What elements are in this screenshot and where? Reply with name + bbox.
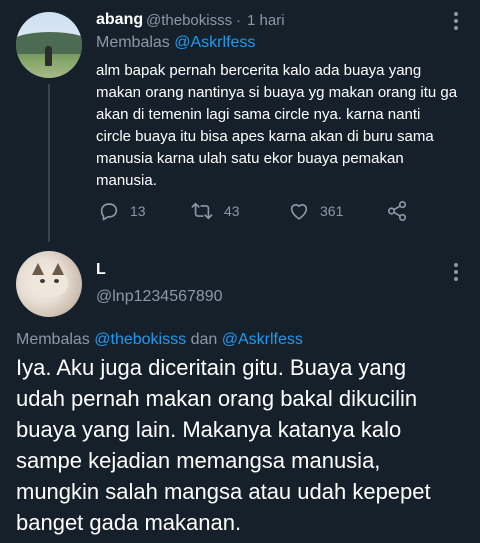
mention-link[interactable]: @thebokisss — [94, 331, 186, 348]
tweet-text-line: buaya yang lain. Makanya katanya kalo — [16, 417, 402, 442]
author-handle[interactable]: @lnp1234567890 — [96, 288, 223, 306]
tweet-text-line: alm bapak pernah bercerita kalo ada buay… — [96, 62, 422, 79]
more-options-button[interactable] — [448, 10, 464, 32]
replying-to: Membalas @Askrlfess — [96, 34, 255, 52]
tweet-text-line: akan di temenin lagi sama circle nya. ka… — [96, 106, 421, 123]
reply-button[interactable]: 13 — [98, 198, 146, 224]
tweet-text-line: mungkin salah mangsa atau udah kepepet — [16, 479, 431, 504]
heart-icon — [290, 204, 308, 220]
tweet-text-line: Iya. Aku juga diceritain gitu. Buaya yan… — [16, 355, 407, 380]
tweet-text-line: manusia karna ulah satu ekor buaya pemak… — [96, 150, 404, 167]
like-button[interactable]: 361 — [288, 198, 343, 224]
author-name[interactable]: abang — [96, 11, 143, 29]
avatar-person-shape — [45, 46, 52, 66]
more-options-button[interactable] — [448, 261, 464, 283]
tweet-text: Iya. Aku juga diceritain gitu. Buaya yan… — [16, 352, 476, 538]
reply-count: 13 — [130, 203, 146, 219]
tweet-actions: 13 43 361 — [96, 198, 476, 224]
replying-prefix: Membalas — [16, 331, 90, 348]
replying-joiner: dan — [190, 331, 218, 348]
tweet-text-line: udah pernah makan orang bakal dikucilin — [16, 386, 418, 411]
like-count: 361 — [320, 203, 344, 219]
avatar[interactable] — [16, 12, 82, 78]
tweet-text-line: makan orang nantinya si buaya yg makan o… — [96, 84, 458, 101]
avatar[interactable] — [16, 251, 82, 317]
author-handle[interactable]: @thebokisss — [146, 12, 232, 29]
reply-tweet[interactable]: L @lnp1234567890 Membalas @thebokisss da… — [0, 243, 480, 543]
share-button[interactable] — [386, 198, 408, 224]
tweet-text-line: manusia. — [96, 172, 157, 189]
replying-to: Membalas @thebokisss dan @Askrlfess — [16, 331, 303, 349]
mention-link[interactable]: @Askrlfess — [174, 34, 255, 51]
retweet-button[interactable]: 43 — [190, 198, 240, 224]
replying-prefix: Membalas — [96, 34, 170, 51]
thread-line — [48, 84, 50, 242]
tweet-text-line: sampe kejadian memangsa manusia, — [16, 448, 381, 473]
retweet-count: 43 — [224, 203, 240, 219]
mention-link[interactable]: @Askrlfess — [222, 331, 303, 348]
share-icon — [387, 201, 407, 221]
tweet-text: alm bapak pernah bercerita kalo ada buay… — [96, 60, 472, 192]
reply-icon — [100, 203, 118, 221]
author-name[interactable]: L — [96, 261, 106, 279]
retweet-icon — [191, 202, 213, 220]
original-tweet[interactable]: abang @thebokisss · 1 hari Membalas @Ask… — [0, 0, 480, 243]
tweet-text-line: circle buaya itu bisa apes karna akan di… — [96, 128, 434, 145]
tweet-text-line: banget gada makanan. — [16, 510, 242, 535]
tweet-timestamp[interactable]: 1 hari — [247, 12, 285, 29]
meta-separator: · — [236, 12, 241, 29]
